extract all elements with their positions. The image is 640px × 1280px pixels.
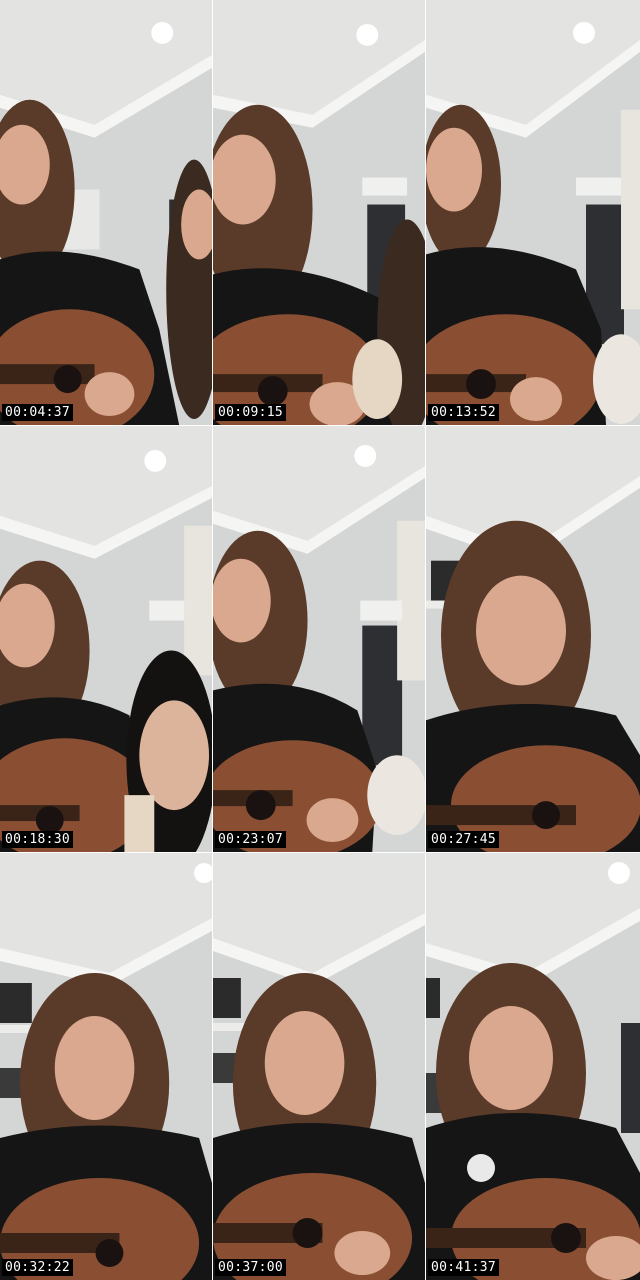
frame-1-timestamp: 00:04:37 (2, 404, 74, 421)
frame-3-scene (426, 0, 640, 425)
video-frame-4[interactable]: 00:18:30 (0, 426, 213, 853)
video-frame-3[interactable]: 00:13:52 (426, 0, 640, 426)
video-thumbnail-grid: 00:04:37 00:09:15 00:13:52 00:18:30 00:2… (0, 0, 640, 1280)
video-frame-2[interactable]: 00:09:15 (213, 0, 426, 426)
frame-8-scene (213, 853, 425, 1280)
frame-6-timestamp: 00:27:45 (428, 831, 500, 848)
video-frame-5[interactable]: 00:23:07 (213, 426, 426, 853)
video-frame-7[interactable]: 00:32:22 (0, 853, 213, 1280)
frame-8-timestamp: 00:37:00 (215, 1259, 287, 1276)
video-frame-1[interactable]: 00:04:37 (0, 0, 213, 426)
frame-9-scene (426, 853, 640, 1280)
frame-7-scene (0, 853, 212, 1280)
frame-7-timestamp: 00:32:22 (2, 1259, 74, 1276)
frame-2-timestamp: 00:09:15 (215, 404, 287, 421)
video-frame-9[interactable]: 00:41:37 (426, 853, 640, 1280)
frame-6-scene (426, 426, 640, 852)
frame-4-scene (0, 426, 212, 852)
video-frame-8[interactable]: 00:37:00 (213, 853, 426, 1280)
video-frame-6[interactable]: 00:27:45 (426, 426, 640, 853)
frame-5-timestamp: 00:23:07 (215, 831, 287, 848)
frame-5-scene (213, 426, 425, 852)
frame-9-timestamp: 00:41:37 (428, 1259, 500, 1276)
frame-1-scene (0, 0, 212, 425)
frame-2-scene (213, 0, 425, 425)
frame-3-timestamp: 00:13:52 (428, 404, 500, 421)
frame-4-timestamp: 00:18:30 (2, 831, 74, 848)
